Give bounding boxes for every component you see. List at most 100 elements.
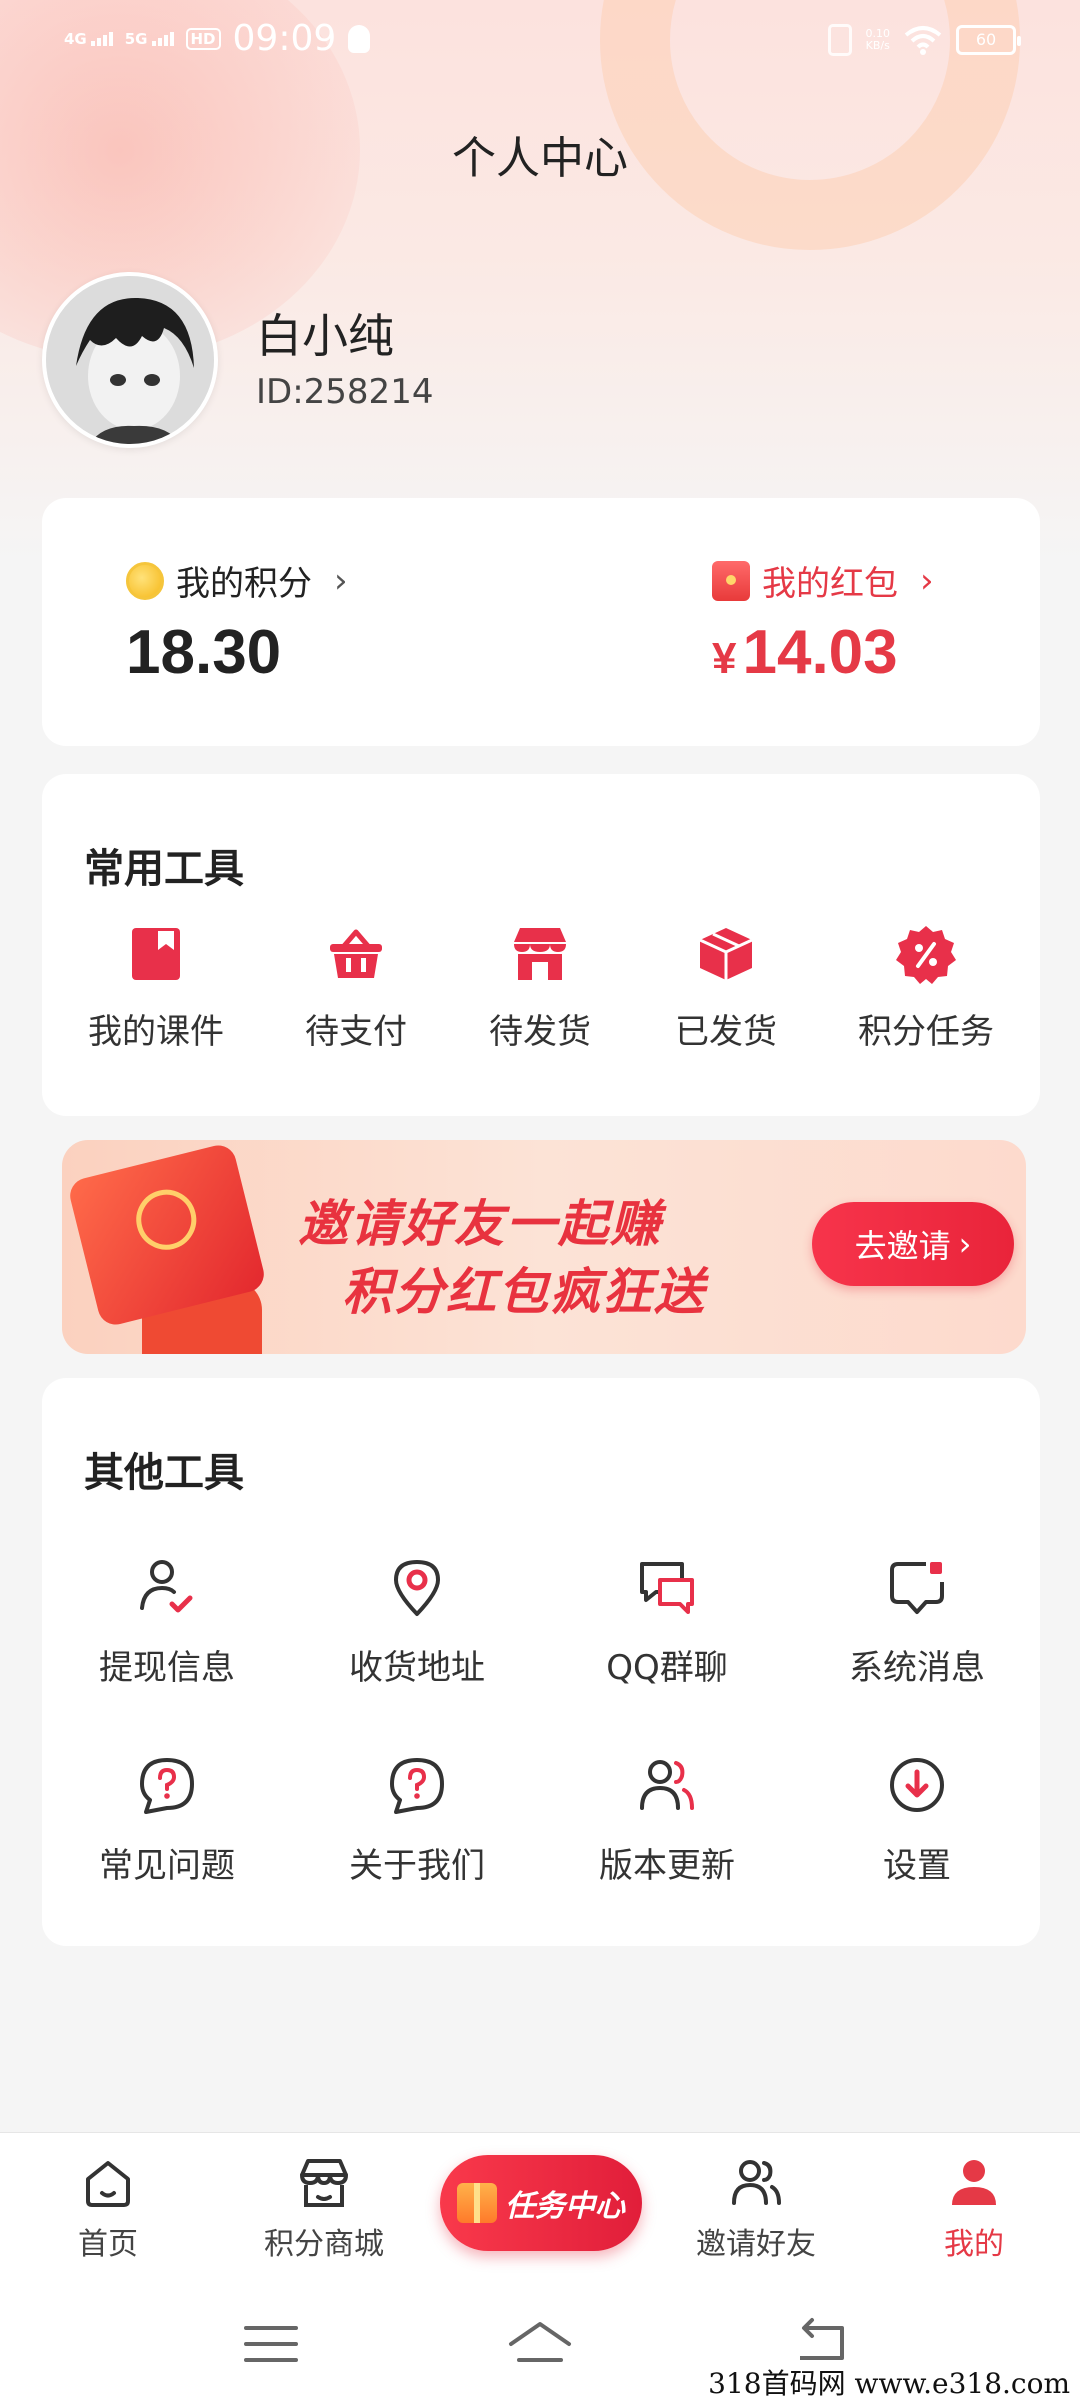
signal-4g-label: 4G	[64, 29, 87, 48]
signal-5g-icon: 5G	[125, 30, 174, 48]
points-label: 我的积分	[176, 564, 312, 604]
tool-faq[interactable]: 常见问题	[42, 1754, 292, 1887]
question-bubble-icon	[390, 1758, 444, 1814]
banner-headline: 邀请好友一起赚	[298, 1195, 662, 1253]
assets-card: 我的积分 › 18.30 我的红包 › ¥ 14.03	[42, 498, 1040, 746]
avatar-image	[46, 276, 214, 444]
users-icon	[640, 1760, 694, 1810]
courseware-icon	[132, 928, 180, 980]
tool-label: 提现信息	[99, 1648, 235, 1688]
tool-label: 常见问题	[99, 1846, 235, 1886]
tool-label: 待发货	[489, 1012, 591, 1052]
watermark: 318首码网 www.e318.com	[708, 2367, 1070, 2400]
common-tools-title: 常用工具	[84, 846, 244, 892]
wifi-icon	[904, 26, 942, 55]
redpack-link[interactable]: 我的红包 ›	[712, 556, 934, 605]
tool-shipped[interactable]: 已发货	[626, 924, 826, 1053]
other-tools-card: 其他工具 提现信息 收货地址 QQ群聊 系统消息 常见问题 关于我们 版本更新 …	[42, 1378, 1040, 1946]
download-circle-icon	[890, 1758, 944, 1812]
tab-label: 首页	[78, 2227, 138, 2262]
redpack-amount: ¥ 14.03	[712, 617, 934, 688]
tool-about-us[interactable]: 关于我们	[292, 1754, 542, 1887]
user-id: ID:258214	[256, 372, 434, 412]
tab-home[interactable]: 首页	[8, 2155, 208, 2263]
task-center-button[interactable]: 任务中心	[440, 2155, 642, 2251]
shop-icon	[300, 2159, 348, 2207]
points-link[interactable]: 我的积分 ›	[126, 556, 348, 605]
home-nav-icon[interactable]	[505, 2316, 575, 2372]
avatar[interactable]	[42, 272, 218, 448]
question-bubble-icon	[140, 1758, 194, 1814]
tool-label: 收货地址	[349, 1648, 485, 1688]
tool-label: 设置	[883, 1846, 951, 1886]
chat-bubbles-icon	[640, 1562, 694, 1614]
status-right: 0.10 KB/s 60	[827, 24, 1021, 56]
tool-shipping-address[interactable]: 收货地址	[292, 1556, 542, 1689]
net-speed-unit: KB/s	[865, 39, 890, 52]
invite-banner[interactable]: 邀请好友一起赚 积分红包疯狂送 去邀请 ›	[62, 1140, 1026, 1354]
redpack-block[interactable]: 我的红包 › ¥ 14.03	[712, 556, 934, 688]
status-bar: 4G 5G HD 09:09 0.10 KB/s 60	[0, 0, 1080, 80]
tab-label: 积分商城	[264, 2227, 384, 2262]
redpack-value: 14.03	[742, 618, 898, 687]
tool-label: 系统消息	[849, 1648, 985, 1688]
redpack-icon	[712, 560, 750, 601]
users-icon	[732, 2160, 781, 2205]
signal-4g-icon: 4G	[64, 30, 113, 48]
points-value: 18.30	[126, 618, 282, 687]
tool-version-update[interactable]: 版本更新	[542, 1754, 792, 1887]
tool-my-courseware[interactable]: 我的课件	[56, 924, 256, 1053]
invite-button[interactable]: 去邀请 ›	[812, 1202, 1014, 1286]
other-tools-title: 其他工具	[84, 1450, 244, 1496]
tool-pending-payment[interactable]: 待支付	[256, 924, 456, 1053]
tool-points-task[interactable]: 积分任务	[826, 924, 1026, 1053]
basket-icon	[330, 929, 382, 978]
vibrate-icon	[827, 24, 852, 56]
signal-5g-label: 5G	[124, 29, 148, 48]
invite-button-label: 去邀请	[854, 1227, 951, 1265]
tool-qq-group[interactable]: QQ群聊	[542, 1556, 792, 1689]
tool-label: 版本更新	[599, 1846, 735, 1886]
user-name: 白小纯	[256, 309, 394, 363]
page-title: 个人中心	[452, 133, 628, 184]
bottom-tab-bar: 首页 积分商城 任务中心 邀请好友 我的	[0, 2132, 1080, 2280]
redpack-label: 我的红包	[762, 564, 898, 604]
tool-withdraw-info[interactable]: 提现信息	[42, 1556, 292, 1689]
message-dot-icon	[890, 1562, 944, 1614]
tool-label: QQ群聊	[606, 1648, 728, 1688]
status-time: 09:09	[232, 18, 337, 59]
common-tools-row: 我的课件 待支付 待发货 已发货 积分任务	[42, 924, 1040, 1094]
tool-system-messages[interactable]: 系统消息	[792, 1556, 1042, 1689]
hd-icon: HD	[185, 27, 221, 50]
tool-label: 积分任务	[858, 1012, 994, 1052]
chevron-right-icon: ›	[334, 560, 348, 601]
tool-label: 待支付	[305, 1012, 407, 1052]
task-center-label: 任务中心	[505, 2189, 625, 2224]
battery-icon: 60	[956, 25, 1021, 55]
currency-symbol: ¥	[712, 634, 737, 683]
tab-points-mall[interactable]: 积分商城	[224, 2155, 424, 2263]
net-speed: 0.10 KB/s	[866, 28, 891, 52]
common-tools-card: 常用工具 我的课件 待支付 待发货 已发货 积分任务	[42, 774, 1040, 1116]
status-left: 4G 5G HD 09:09	[64, 18, 371, 59]
user-check-icon	[140, 1560, 193, 1613]
tab-mine[interactable]: 我的	[874, 2155, 1074, 2263]
banner-subheadline: 积分红包疯狂送	[342, 1263, 706, 1321]
person-icon	[952, 2160, 996, 2205]
tool-pending-shipment[interactable]: 待发货	[440, 924, 640, 1053]
tab-label: 邀请好友	[696, 2227, 816, 2262]
tab-invite-friends[interactable]: 邀请好友	[656, 2155, 856, 2263]
home-icon	[86, 2161, 130, 2207]
chevron-right-icon: ›	[958, 1225, 972, 1263]
box-icon	[699, 928, 753, 980]
gift-icon	[457, 2183, 497, 2223]
coin-icon	[126, 561, 164, 600]
points-block[interactable]: 我的积分 › 18.30	[126, 556, 348, 688]
percent-badge-icon	[896, 926, 956, 984]
tool-label: 关于我们	[349, 1846, 485, 1886]
system-nav-bar: 318首码网 www.e318.com	[0, 2280, 1080, 2408]
menu-icon[interactable]	[236, 2316, 306, 2372]
location-pin-icon	[394, 1560, 440, 1616]
tool-settings[interactable]: 设置	[792, 1754, 1042, 1887]
store-icon	[514, 928, 566, 980]
